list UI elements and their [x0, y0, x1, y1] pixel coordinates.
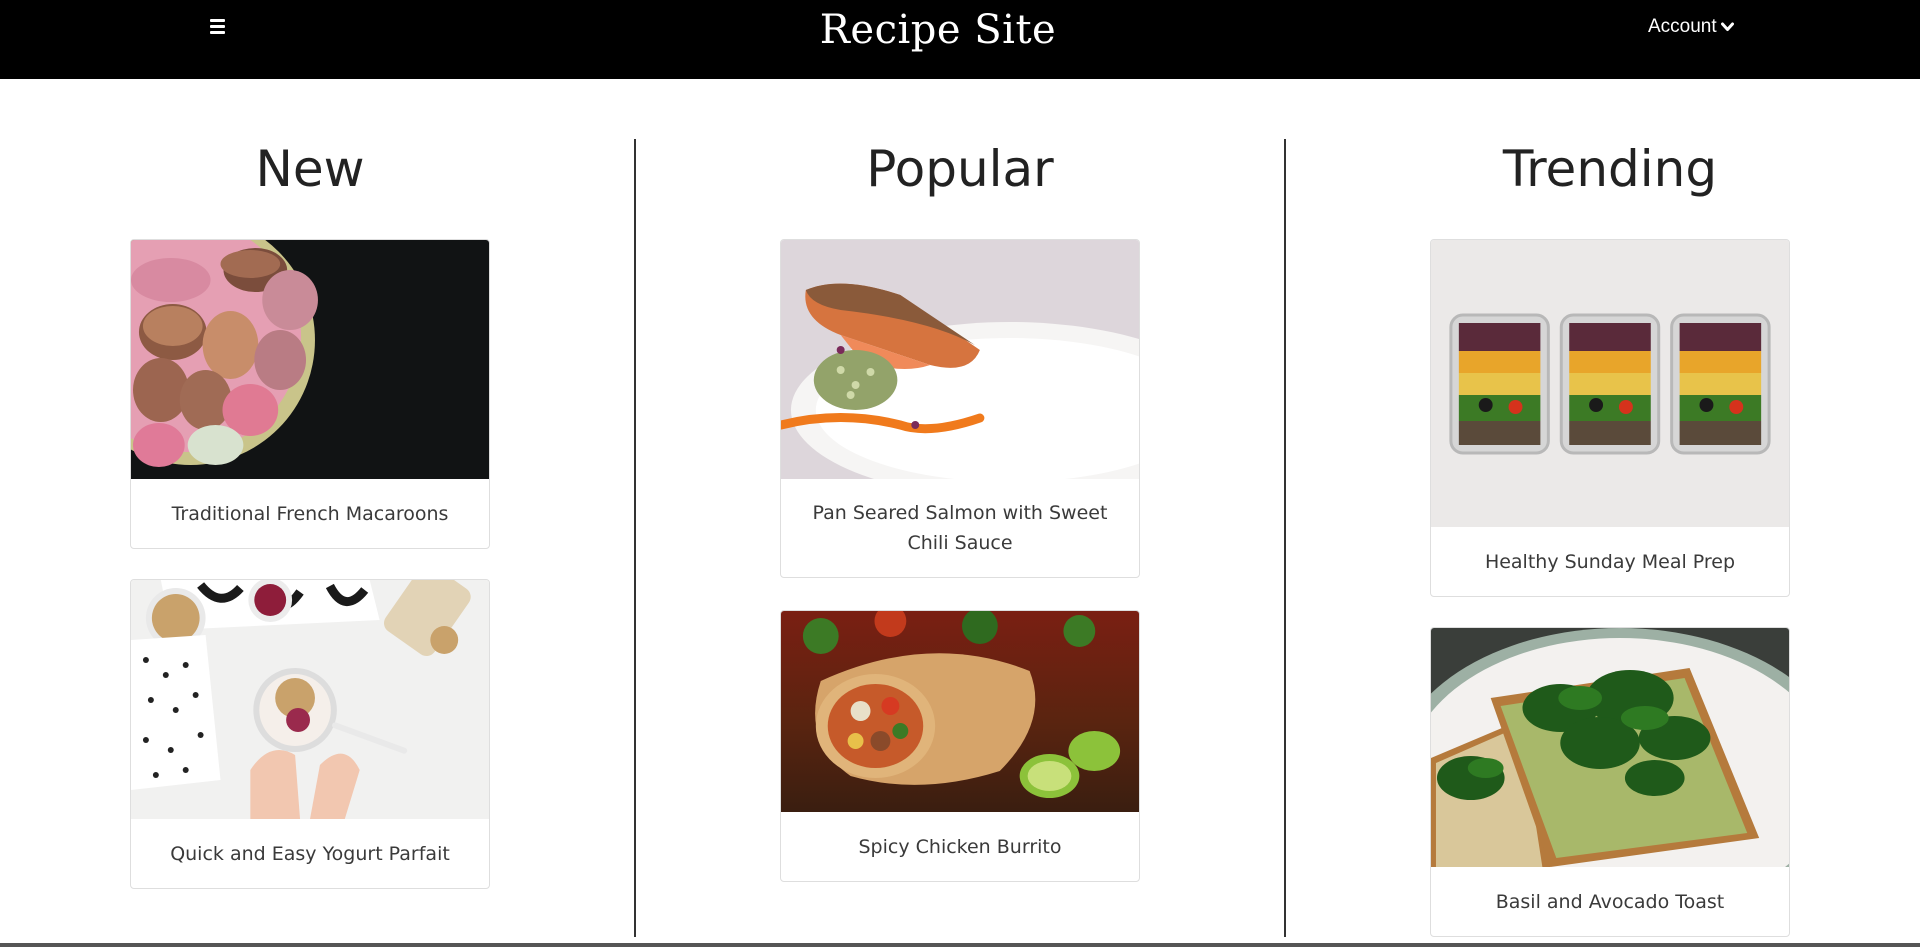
recipe-card[interactable]: Spicy Chicken Burrito: [780, 610, 1140, 882]
account-menu-button[interactable]: Account: [1648, 14, 1734, 40]
recipe-card-title: Pan Seared Salmon with Sweet Chili Sauce: [812, 502, 1108, 554]
page-bottom-border: [0, 943, 1920, 947]
yogurt-parfait-photo: [131, 580, 489, 819]
recipe-card-title: Healthy Sunday Meal Prep: [1484, 550, 1736, 573]
recipe-card[interactable]: Healthy Sunday Meal Prep: [1430, 239, 1790, 597]
recipe-card-title: Traditional French Macaroons: [171, 502, 449, 525]
recipe-card-title: Spicy Chicken Burrito: [858, 835, 1062, 858]
recipe-card[interactable]: Traditional French Macaroons: [130, 239, 490, 549]
burrito-photo: [781, 611, 1139, 812]
column-heading-trending: Trending: [1502, 140, 1718, 198]
column-heading-new: New: [255, 140, 365, 198]
top-navbar: Recipe Site Account: [0, 0, 1920, 79]
recipe-card[interactable]: Pan Seared Salmon with Sweet Chili Sauce: [780, 239, 1140, 578]
account-label: Account: [1648, 16, 1717, 37]
recipe-card[interactable]: Quick and Easy Yogurt Parfait: [130, 579, 490, 889]
column-heading-popular: Popular: [866, 140, 1054, 198]
avocado-toast-photo: [1431, 628, 1789, 867]
chevron-down-icon: [1720, 22, 1734, 31]
meal-prep-photo: [1431, 240, 1789, 527]
salmon-photo: [781, 240, 1139, 479]
recipe-card-title: Quick and Easy Yogurt Parfait: [170, 842, 450, 865]
column-divider: [1284, 139, 1286, 937]
recipe-card-title: Basil and Avocado Toast: [1495, 890, 1725, 913]
recipe-card[interactable]: Basil and Avocado Toast: [1430, 627, 1790, 937]
site-title[interactable]: Recipe Site: [0, 4, 1876, 56]
column-divider: [634, 139, 636, 937]
macarons-photo: [131, 240, 489, 479]
